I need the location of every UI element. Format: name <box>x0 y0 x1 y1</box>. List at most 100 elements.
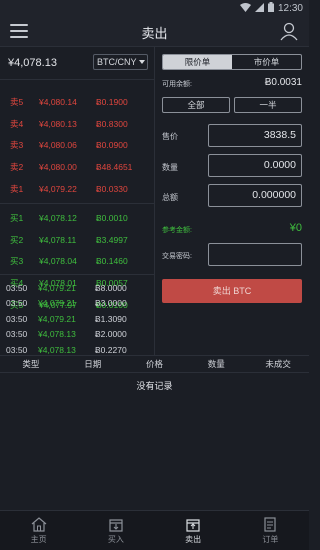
tab-orders[interactable]: 订单 <box>232 511 309 550</box>
trade-time: 03:50 <box>6 282 28 293</box>
ask-label: 卖5 <box>10 96 24 107</box>
ask-price: ¥4,080.13 <box>39 118 77 129</box>
order-type-tabs: 限价单 市价单 <box>162 54 302 70</box>
trade-time: 03:50 <box>6 344 28 355</box>
ask-label: 卖4 <box>10 118 24 129</box>
bid-qty: Ƀ3.4997 <box>96 234 128 245</box>
trade-time: 03:50 <box>6 329 28 340</box>
tab-orders-label: 订单 <box>262 535 279 544</box>
ask-row[interactable]: 卖1 ¥4,079.22 Ƀ0.0330 <box>0 178 155 200</box>
tab-limit-order[interactable]: 限价单 <box>163 55 232 69</box>
ask-label: 卖3 <box>10 140 24 151</box>
trade-qty: Ƀ8.0000 <box>95 282 127 293</box>
recent-trades: 03:50 ¥4,079.21 Ƀ8.0000 03:50 ¥4,079.21 … <box>0 274 155 358</box>
ask-label: 卖1 <box>10 184 24 195</box>
trade-row: 03:50 ¥4,079.21 Ƀ3.0000 <box>0 296 155 312</box>
market-panel: ¥4,078.13 BTC/CNY 卖5 ¥4,080.14 Ƀ0.1900 卖… <box>0 47 155 355</box>
column-type: 类型 <box>22 359 40 369</box>
ask-qty: Ƀ0.8300 <box>96 118 128 129</box>
ask-qty: Ƀ0.1900 <box>96 96 128 107</box>
battery-icon <box>267 2 274 15</box>
orders-icon <box>264 517 276 532</box>
column-quantity: 数量 <box>207 359 225 369</box>
tab-market-order[interactable]: 市价单 <box>232 55 301 69</box>
trade-row: 03:50 ¥4,078.13 Ƀ2.0000 <box>0 327 155 343</box>
trade-qty: Ƀ0.2270 <box>95 344 127 355</box>
ask-qty: Ƀ0.0900 <box>96 140 128 151</box>
column-date: 日期 <box>84 359 102 369</box>
bid-label: 买1 <box>10 212 24 223</box>
tab-home[interactable]: 主页 <box>0 511 77 550</box>
trade-qty: Ƀ1.3090 <box>95 313 127 324</box>
half-button[interactable]: 一半 <box>234 97 302 113</box>
column-unfilled: 未成交 <box>265 359 291 369</box>
order-form: 限价单 市价单 可用余额: Ƀ0.0031 全部 一半 售价 3838.5 数量… <box>156 47 309 355</box>
column-price: 价格 <box>145 359 163 369</box>
reference-amount-label: 参考金额: <box>162 227 192 234</box>
trade-row: 03:50 ¥4,079.21 Ƀ1.3090 <box>0 311 155 327</box>
ask-row[interactable]: 卖3 ¥4,080.06 Ƀ0.0900 <box>0 135 155 157</box>
clock-time: 12:30 <box>277 3 303 14</box>
trade-row: 03:50 ¥4,079.21 Ƀ8.0000 <box>0 280 155 296</box>
signal-icon <box>254 2 264 15</box>
password-label: 交易密码: <box>162 253 192 260</box>
trade-price: ¥4,079.21 <box>38 313 76 324</box>
tab-home-label: 主页 <box>30 535 47 544</box>
trade-price: ¥4,078.13 <box>38 344 76 355</box>
ask-label: 卖2 <box>10 162 24 173</box>
pair-select-value: BTC/CNY <box>97 57 137 67</box>
tab-sell-label: 卖出 <box>185 535 202 544</box>
bid-row[interactable]: 买2 ¥4,078.11 Ƀ3.4997 <box>0 229 155 251</box>
trade-qty: Ƀ3.0000 <box>95 298 127 309</box>
sell-btc-button[interactable]: 卖出 BTC <box>162 279 302 303</box>
home-icon <box>31 517 47 532</box>
tab-sell[interactable]: 卖出 <box>155 511 232 550</box>
wifi-icon <box>239 2 251 15</box>
ask-row[interactable]: 卖4 ¥4,080.13 Ƀ0.8300 <box>0 113 155 135</box>
available-value: Ƀ0.0031 <box>264 77 302 88</box>
status-bar: 12:30 <box>0 0 309 17</box>
price-input[interactable]: 3838.5 <box>208 124 302 147</box>
buy-icon <box>109 519 123 532</box>
all-button[interactable]: 全部 <box>162 97 230 113</box>
trade-price: ¥4,078.13 <box>38 329 76 340</box>
divider <box>0 202 155 204</box>
amount-presets: 全部 一半 <box>162 97 302 113</box>
password-input[interactable] <box>208 243 302 266</box>
trade-price: ¥4,079.21 <box>38 282 76 293</box>
bid-row[interactable]: 买3 ¥4,078.04 Ƀ0.1460 <box>0 251 155 273</box>
bid-label: 买2 <box>10 234 24 245</box>
bid-row[interactable]: 买1 ¥4,078.12 Ƀ0.0010 <box>0 207 155 229</box>
tab-buy-label: 买入 <box>107 535 124 544</box>
trade-time: 03:50 <box>6 313 28 324</box>
total-label: 总额 <box>162 193 178 202</box>
total-input[interactable]: 0.000000 <box>208 184 302 207</box>
user-icon[interactable] <box>279 21 299 41</box>
bid-price: ¥4,078.11 <box>39 234 77 245</box>
orders-table-header: 类型 日期 价格 数量 未成交 <box>0 355 309 373</box>
empty-state: 没有记录 <box>136 381 173 391</box>
price-row: ¥4,078.13 BTC/CNY <box>0 47 155 80</box>
quantity-label: 数量 <box>162 163 178 172</box>
ask-price: ¥4,079.22 <box>39 184 77 195</box>
bid-label: 买3 <box>10 256 24 267</box>
chevron-down-icon <box>139 60 145 64</box>
page-title: 卖出 <box>141 26 168 41</box>
ask-row[interactable]: 卖5 ¥4,080.14 Ƀ0.1900 <box>0 91 155 113</box>
bid-qty: Ƀ0.1460 <box>96 256 128 267</box>
status-icons: 12:30 <box>239 2 303 15</box>
ask-row[interactable]: 卖2 ¥4,080.00 Ƀ48.4651 <box>0 156 155 178</box>
ask-price: ¥4,080.06 <box>39 140 77 151</box>
available-label: 可用余额: <box>162 81 192 88</box>
quantity-input[interactable]: 0.0000 <box>208 154 302 177</box>
price-label: 售价 <box>162 132 178 141</box>
bid-qty: Ƀ0.0010 <box>96 212 128 223</box>
trade-qty: Ƀ2.0000 <box>95 329 127 340</box>
trade-time: 03:50 <box>6 298 28 309</box>
trade-price: ¥4,079.21 <box>38 298 76 309</box>
ask-price: ¥4,080.00 <box>39 162 77 173</box>
bid-price: ¥4,078.12 <box>39 212 77 223</box>
pair-select[interactable]: BTC/CNY <box>93 54 148 70</box>
tab-buy[interactable]: 买入 <box>77 511 154 550</box>
ask-qty: Ƀ0.0330 <box>96 184 128 195</box>
